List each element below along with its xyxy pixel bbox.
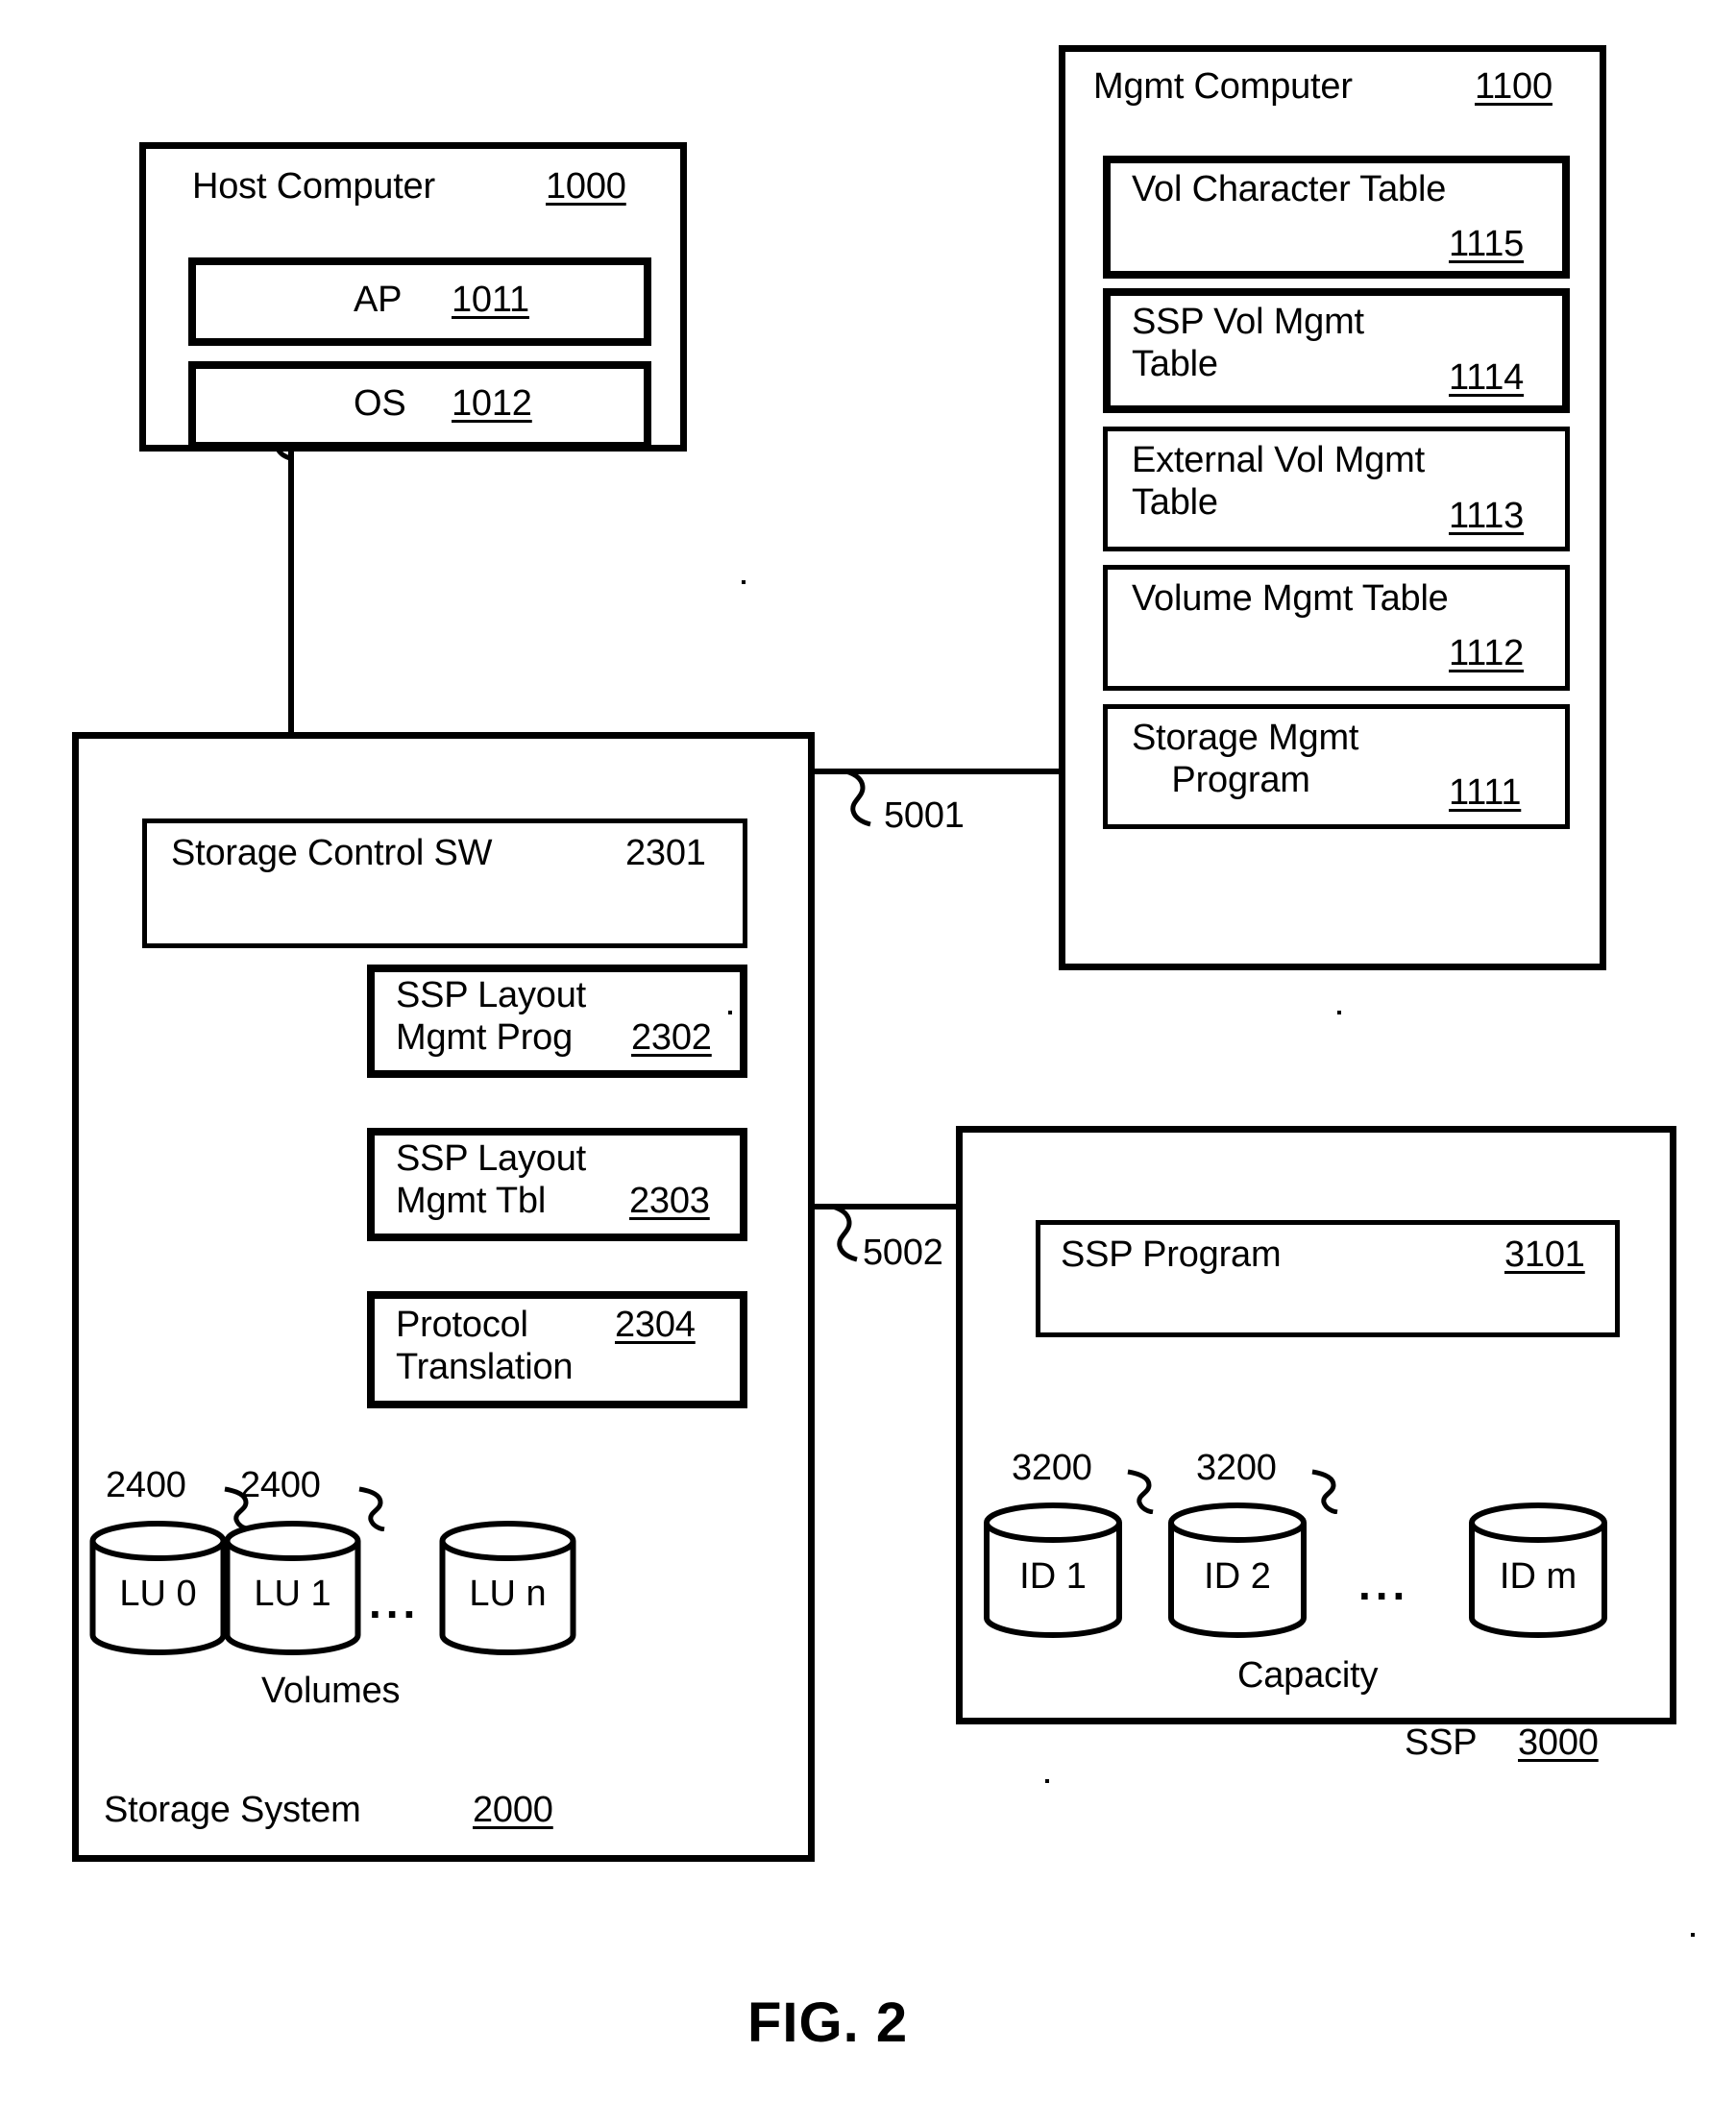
mgmt-storage-mgmt-program-ref: 1111 [1449, 772, 1522, 813]
mgmt-ssp-vol-mgmt-table-label: SSP Vol Mgmt Table [1132, 302, 1364, 385]
disk-2-leader-squiggle [1311, 1469, 1338, 1514]
disk-2-ref: 3200 [1196, 1448, 1277, 1488]
scan-speck [1045, 1779, 1049, 1783]
mgmt-storage-mgmt-program-label: Storage Mgmt Program [1132, 718, 1359, 801]
mgmt-external-vol-mgmt-table-ref: 1113 [1449, 496, 1525, 536]
figure-caption: FIG. 2 [747, 1991, 909, 2054]
host-ap-label: AP [354, 280, 403, 320]
ssp-disk-id2: ID 2 [1166, 1501, 1308, 1643]
volumes-ellipsis: ... [369, 1577, 421, 1627]
patent-figure: 5000 5001 5002 Host Computer 1000 AP 101… [0, 0, 1736, 2101]
ssp-layout-mgmt-prog-ref: 2302 [631, 1017, 712, 1058]
ssp-program-label: SSP Program [1061, 1234, 1282, 1275]
host-ap-box [188, 257, 651, 346]
volume-cylinder-lun-label: LU n [469, 1574, 547, 1614]
volume-cylinder-lu1: LU 1 [223, 1520, 362, 1656]
scan-speck [728, 1011, 732, 1014]
connector-squiggle-5002 [827, 1204, 858, 1262]
mgmt-ssp-vol-mgmt-table-ref: 1114 [1449, 357, 1525, 398]
volume-1-ref: 2400 [240, 1465, 321, 1505]
ssp-disk-id1: ID 1 [982, 1501, 1124, 1643]
volume-cylinder-lu0-label: LU 0 [119, 1574, 197, 1614]
mgmt-volume-mgmt-table-label: Volume Mgmt Table [1132, 578, 1449, 619]
ssp-title: SSP [1405, 1722, 1478, 1763]
ssp-disk-id2-label: ID 2 [1204, 1556, 1271, 1597]
mgmt-computer-title: Mgmt Computer [1093, 66, 1353, 107]
ssp-layout-mgmt-tbl-ref: 2303 [629, 1181, 710, 1221]
ssp-layout-mgmt-prog-label: SSP Layout Mgmt Prog [396, 975, 587, 1059]
mgmt-vol-character-table-label: Vol Character Table [1132, 169, 1447, 209]
disk-1-leader-squiggle [1127, 1469, 1154, 1514]
ssp-ref: 3000 [1518, 1722, 1599, 1763]
mgmt-volume-mgmt-table-ref: 1112 [1449, 633, 1525, 673]
connector-label-5002: 5002 [863, 1233, 943, 1273]
ssp-disks-ellipsis: ... [1358, 1559, 1410, 1609]
volume-cylinder-lu0: LU 0 [88, 1520, 228, 1656]
storage-control-sw-ref: 2301 [625, 833, 706, 873]
ssp-disk-idm-label: ID m [1499, 1556, 1577, 1597]
volume-0-ref: 2400 [106, 1465, 186, 1505]
mgmt-computer-ref: 1100 [1475, 66, 1553, 107]
mgmt-vol-character-table-ref: 1115 [1449, 224, 1525, 264]
ssp-disk-idm: ID m [1467, 1501, 1609, 1643]
host-os-box [188, 361, 651, 450]
connector-squiggle-5001 [841, 769, 871, 827]
protocol-translation-label: Protocol Translation [396, 1305, 574, 1388]
host-computer-title: Host Computer [192, 166, 435, 207]
storage-system-title: Storage System [104, 1790, 361, 1830]
storage-system-ref: 2000 [473, 1790, 553, 1830]
ssp-disk-id1-label: ID 1 [1019, 1556, 1087, 1597]
scan-speck [1691, 1933, 1695, 1937]
ssp-program-ref: 3101 [1504, 1234, 1585, 1275]
volumes-caption: Volumes [261, 1671, 401, 1711]
scan-speck [742, 580, 746, 584]
scan-speck [1337, 1011, 1341, 1014]
volume-cylinder-lu1-label: LU 1 [254, 1574, 331, 1614]
volume-cylinder-lun: LU n [438, 1520, 577, 1656]
disk-1-ref: 3200 [1012, 1448, 1092, 1488]
mgmt-external-vol-mgmt-table-label: External Vol Mgmt Table [1132, 440, 1425, 524]
volume-1-leader-squiggle [358, 1486, 385, 1531]
connector-label-5001: 5001 [884, 795, 965, 836]
ssp-layout-mgmt-tbl-label: SSP Layout Mgmt Tbl [396, 1138, 587, 1222]
ssp-capacity-caption: Capacity [1237, 1655, 1379, 1696]
host-os-label: OS [354, 383, 406, 424]
host-ap-ref: 1011 [452, 280, 529, 320]
host-os-ref: 1012 [452, 383, 532, 424]
connector-line-5000 [288, 452, 294, 732]
host-computer-ref: 1000 [546, 166, 626, 207]
storage-control-sw-label: Storage Control SW [171, 833, 493, 873]
protocol-translation-ref: 2304 [615, 1305, 696, 1345]
